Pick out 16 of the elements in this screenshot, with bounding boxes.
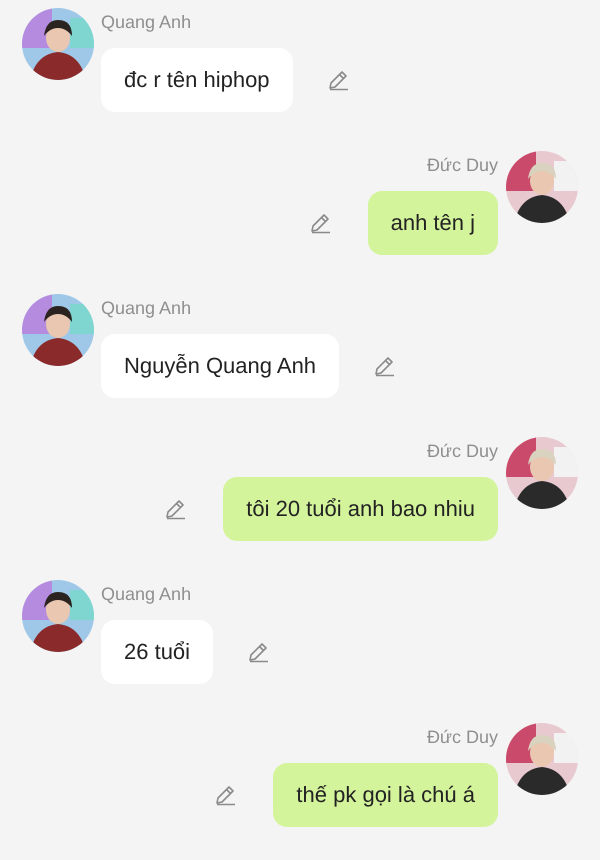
sender-name: Quang Anh bbox=[101, 297, 192, 320]
edit-icon[interactable] bbox=[246, 640, 270, 664]
sender-name: Đức Duy bbox=[426, 154, 498, 177]
message-bubble: 26 tuổi bbox=[101, 620, 214, 684]
message-bubble: đc r tên hiphop bbox=[101, 48, 293, 112]
sender-name: Đức Duy bbox=[426, 440, 498, 463]
message-bubble: thế pk gọi là chú á bbox=[273, 763, 498, 827]
sender-name: Đức Duy bbox=[426, 726, 498, 749]
edit-icon[interactable] bbox=[163, 497, 188, 521]
sender-name: Quang Anh bbox=[101, 583, 192, 606]
edit-icon[interactable] bbox=[213, 783, 238, 807]
message-bubble: tôi 20 tuổi anh bao nhiu bbox=[223, 477, 498, 541]
sender-name: Quang Anh bbox=[101, 11, 192, 34]
edit-icon[interactable] bbox=[372, 354, 396, 378]
message-bubble: anh tên j bbox=[368, 191, 498, 255]
message-bubble: Nguyễn Quang Anh bbox=[101, 334, 340, 398]
